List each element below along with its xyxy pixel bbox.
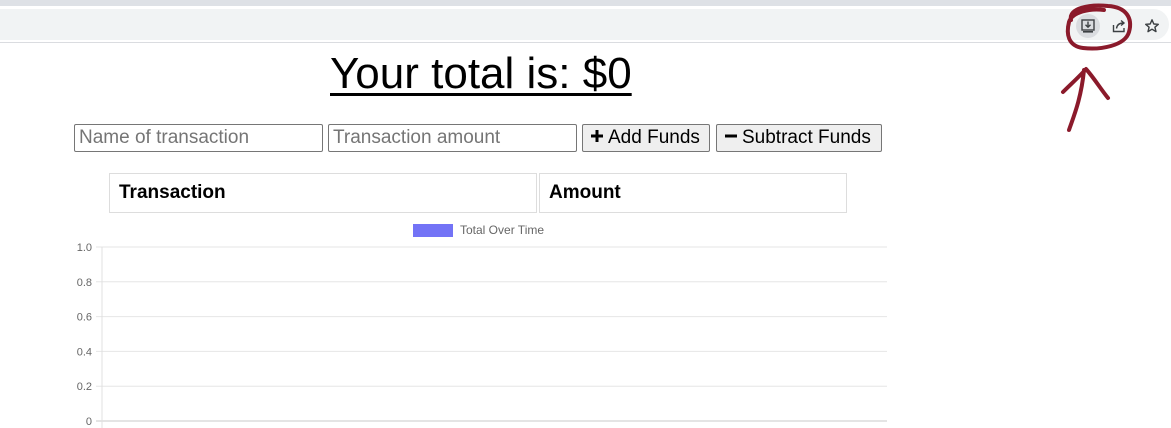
y-tick-label: 0.8 (77, 277, 92, 289)
transaction-amount-input[interactable] (328, 124, 577, 152)
table-header-amount: Amount (539, 173, 847, 213)
subtract-funds-button[interactable]: Subtract Funds (716, 124, 882, 152)
toolbar-divider (0, 42, 1171, 43)
share-button[interactable] (1107, 14, 1131, 38)
legend-label: Total Over Time (460, 223, 544, 237)
y-tick-label: 0.2 (77, 381, 92, 393)
install-app-button[interactable] (1076, 14, 1100, 38)
table-header-transaction: Transaction (109, 173, 537, 213)
share-icon (1112, 19, 1126, 33)
add-funds-button[interactable]: Add Funds (582, 124, 710, 152)
total-heading: Your total is: $0 (330, 49, 632, 98)
y-tick-label: 0 (86, 416, 92, 428)
legend-swatch (413, 224, 453, 237)
y-tick-label: 0.4 (77, 346, 92, 358)
subtract-funds-label: Subtract Funds (742, 127, 871, 148)
bookmark-button[interactable] (1140, 14, 1164, 38)
browser-toolbar (0, 6, 1171, 42)
add-funds-label: Add Funds (608, 127, 700, 148)
star-icon (1145, 19, 1159, 33)
plus-icon (590, 127, 604, 149)
total-over-time-chart: Total Over Time 1.0 0.8 0.6 0.4 0.2 0 (77, 223, 887, 428)
annotation-arrow (1061, 67, 1110, 132)
install-app-icon (1081, 19, 1095, 33)
address-bar[interactable] (0, 9, 1169, 40)
y-tick-label: 0.6 (77, 312, 92, 324)
y-tick-label: 1.0 (77, 242, 92, 254)
minus-icon (724, 127, 738, 149)
chart-grid: 1.0 0.8 0.6 0.4 0.2 0 (77, 242, 887, 428)
transaction-name-input[interactable] (74, 124, 323, 152)
